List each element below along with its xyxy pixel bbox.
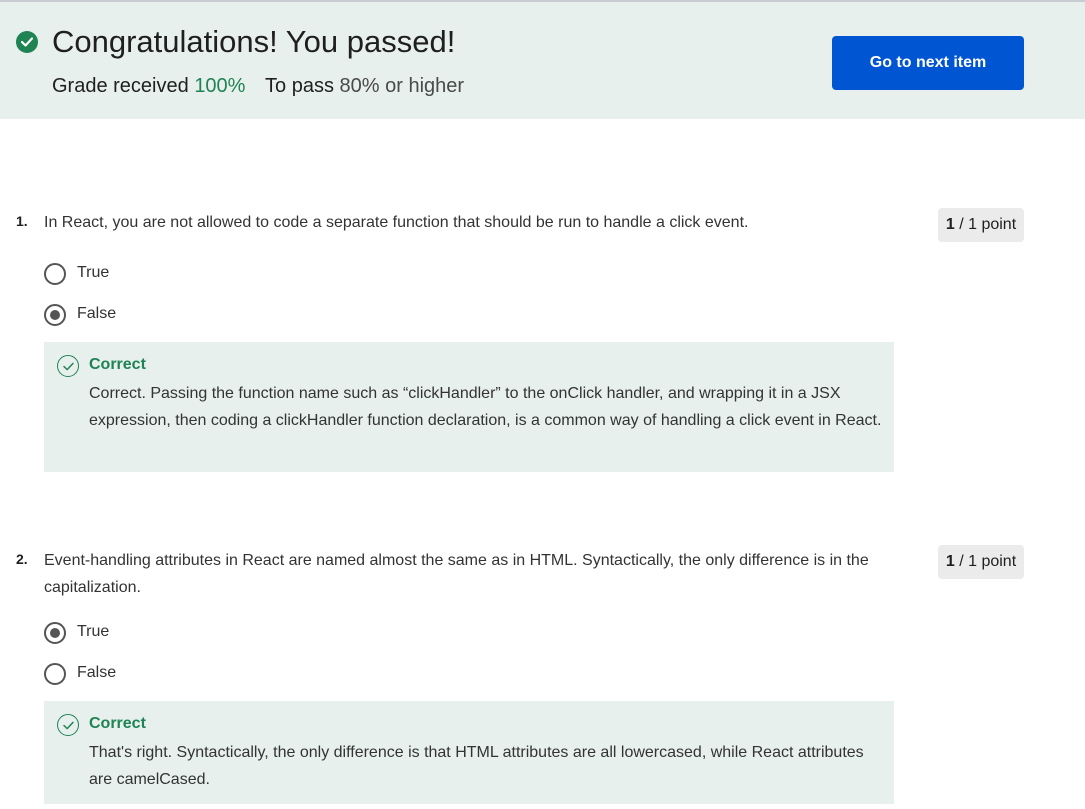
option-true[interactable]: True: [44, 262, 344, 286]
option-label: False: [77, 664, 117, 681]
check-circle-outline-icon: [57, 714, 79, 736]
option-false[interactable]: False: [44, 662, 344, 686]
points-total: / 1 point: [959, 216, 1017, 233]
pass-threshold: 80% or higher: [339, 75, 465, 97]
option-false[interactable]: False: [44, 303, 344, 327]
radio-button-selected[interactable]: [44, 622, 66, 644]
grade-summary: Grade received 100% To pass 80% or highe…: [52, 75, 464, 98]
result-banner: Congratulations! You passed! Grade recei…: [0, 0, 1085, 119]
grade-value: 100%: [194, 75, 246, 97]
feedback-box: Correct That's right. Syntactically, the…: [44, 701, 894, 804]
go-to-next-item-button[interactable]: Go to next item: [832, 36, 1024, 90]
pass-label: To pass: [265, 75, 334, 97]
result-title: Congratulations! You passed!: [52, 24, 456, 59]
radio-button[interactable]: [44, 663, 66, 685]
feedback-text: Correct. Passing the function name such …: [89, 385, 882, 429]
check-circle-icon: [16, 31, 38, 53]
points-earned: 1: [945, 216, 955, 233]
radio-button-selected[interactable]: [44, 304, 66, 326]
feedback-title: Correct: [89, 356, 146, 373]
option-label: False: [77, 305, 117, 322]
check-circle-outline-icon: [57, 355, 79, 377]
question-text: In React, you are not allowed to code a …: [44, 214, 749, 231]
points-badge: 1 / 1 point: [938, 545, 1024, 579]
points-total: / 1 point: [959, 553, 1017, 570]
option-true[interactable]: True: [44, 621, 344, 645]
question-number: 1.: [16, 213, 28, 229]
points-earned: 1: [945, 553, 955, 570]
option-label: True: [77, 264, 110, 281]
grade-label: Grade received: [52, 75, 189, 97]
radio-button[interactable]: [44, 263, 66, 285]
option-label: True: [77, 623, 110, 640]
points-badge: 1 / 1 point: [938, 208, 1024, 242]
feedback-box: Correct Correct. Passing the function na…: [44, 342, 894, 472]
question-text: Event-handling attributes in React are n…: [44, 552, 869, 596]
feedback-title: Correct: [89, 715, 146, 732]
question-number: 2.: [16, 551, 28, 567]
feedback-text: That's right. Syntactically, the only di…: [89, 744, 864, 788]
